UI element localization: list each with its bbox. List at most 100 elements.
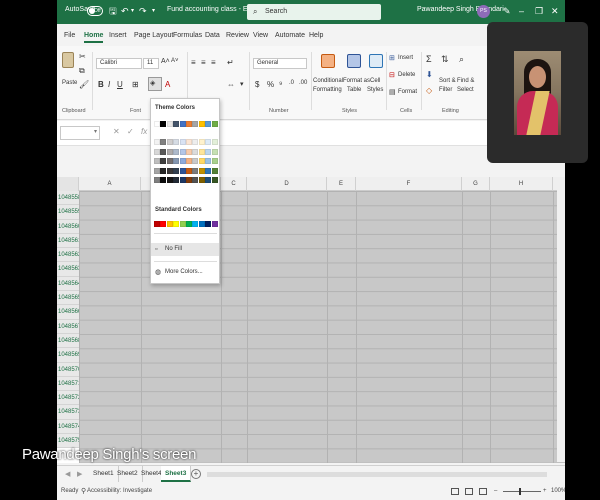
sort-filter-label-2[interactable]: Filter bbox=[439, 87, 452, 93]
tab-insert[interactable]: Insert bbox=[109, 32, 127, 39]
align-bottom-icon[interactable]: ≡ bbox=[211, 58, 216, 67]
user-name[interactable]: Pawandeep Singh Bhandari bbox=[417, 6, 504, 13]
theme-color-swatch[interactable] bbox=[154, 121, 160, 127]
theme-color-swatch[interactable] bbox=[186, 121, 192, 127]
theme-shade-swatch[interactable] bbox=[154, 177, 160, 183]
underline-icon[interactable]: U bbox=[117, 80, 123, 89]
fill-bucket-icon[interactable]: ◈ bbox=[150, 79, 155, 87]
column-header-f[interactable]: F bbox=[356, 177, 462, 191]
theme-shade-swatch[interactable] bbox=[192, 158, 199, 164]
tab-file[interactable]: File bbox=[64, 32, 75, 39]
theme-shade-swatch[interactable] bbox=[179, 158, 186, 164]
sort-filter-label-1[interactable]: Sort & bbox=[439, 78, 456, 84]
row-header[interactable]: 1048572 bbox=[57, 391, 81, 406]
row-header[interactable]: 1048570 bbox=[57, 362, 81, 377]
theme-shade-swatch[interactable] bbox=[192, 167, 199, 174]
format-painter-icon[interactable]: 🖌 bbox=[79, 80, 89, 89]
theme-shade-swatch[interactable] bbox=[205, 148, 212, 155]
theme-shade-swatch[interactable] bbox=[173, 148, 180, 155]
theme-shade-swatch[interactable] bbox=[160, 139, 167, 145]
tab-home[interactable]: Home bbox=[84, 32, 104, 43]
save-icon[interactable]: 🖫 bbox=[109, 5, 117, 17]
theme-shade-swatch[interactable] bbox=[160, 158, 167, 164]
row-header[interactable]: 1048560 bbox=[57, 219, 81, 234]
vertical-scrollbar[interactable] bbox=[557, 190, 565, 462]
tab-page-layout[interactable]: Page Layout bbox=[134, 32, 173, 39]
zoom-slider[interactable] bbox=[503, 491, 541, 492]
find-select-icon[interactable]: ⌕ bbox=[459, 54, 464, 65]
paste-label[interactable]: Paste bbox=[62, 80, 77, 86]
select-all-corner[interactable] bbox=[57, 177, 79, 191]
theme-shade-swatch[interactable] bbox=[173, 167, 180, 174]
minimize-icon[interactable]: – bbox=[519, 5, 524, 17]
clear-icon[interactable]: ◇ bbox=[426, 86, 432, 95]
insert-cells-icon[interactable]: ⊞ bbox=[389, 54, 395, 62]
standard-color-swatch[interactable] bbox=[166, 221, 173, 227]
font-name-select[interactable]: Calibri bbox=[96, 58, 142, 69]
format-as-table-icon[interactable] bbox=[347, 54, 361, 68]
row-header[interactable]: 1048569 bbox=[57, 348, 81, 363]
column-header-c[interactable]: C bbox=[221, 177, 247, 191]
conditional-formatting-label-2[interactable]: Formatting bbox=[313, 87, 342, 93]
theme-shade-swatch[interactable] bbox=[198, 148, 205, 155]
row-header[interactable]: 1048563 bbox=[57, 262, 81, 277]
format-cells-button[interactable]: Format bbox=[398, 89, 417, 95]
tab-formulas[interactable]: Formulas bbox=[173, 32, 202, 39]
standard-color-swatch[interactable] bbox=[186, 221, 192, 227]
currency-icon[interactable]: $ bbox=[255, 80, 259, 89]
theme-shade-swatch[interactable] bbox=[173, 158, 180, 164]
theme-shade-swatch[interactable] bbox=[179, 167, 186, 174]
theme-shade-swatch[interactable] bbox=[154, 158, 160, 164]
theme-shade-swatch[interactable] bbox=[154, 148, 160, 155]
standard-color-swatch[interactable] bbox=[173, 221, 180, 227]
standard-color-swatch[interactable] bbox=[211, 221, 218, 227]
theme-shade-swatch[interactable] bbox=[205, 139, 212, 145]
theme-shade-swatch[interactable] bbox=[166, 177, 173, 183]
cut-icon[interactable]: ✂ bbox=[79, 52, 86, 61]
theme-shade-swatch[interactable] bbox=[179, 148, 186, 155]
row-header[interactable]: 1048567 bbox=[57, 319, 81, 334]
conditional-formatting-label-1[interactable]: Conditional bbox=[313, 78, 343, 84]
theme-color-swatch[interactable] bbox=[173, 121, 180, 127]
theme-color-swatch[interactable] bbox=[198, 121, 205, 127]
customize-toolbar-icon[interactable]: ▾ bbox=[152, 5, 155, 17]
zoom-level[interactable]: 100% bbox=[551, 483, 565, 500]
theme-shade-swatch[interactable] bbox=[205, 167, 212, 174]
next-sheet-icon[interactable]: ▶ bbox=[77, 470, 82, 478]
row-header[interactable]: 1048561 bbox=[57, 233, 81, 249]
cell-styles-icon[interactable] bbox=[369, 54, 383, 68]
theme-color-swatch[interactable] bbox=[160, 121, 167, 127]
column-header-g[interactable]: G bbox=[462, 177, 490, 191]
sheet-tab-sheet3[interactable]: Sheet3 bbox=[161, 466, 192, 482]
theme-shade-swatch[interactable] bbox=[205, 177, 212, 183]
sort-filter-icon[interactable]: ⇅ bbox=[441, 54, 449, 65]
tab-help[interactable]: Help bbox=[309, 32, 323, 39]
column-header-e[interactable]: E bbox=[327, 177, 356, 191]
theme-shade-swatch[interactable] bbox=[186, 177, 192, 183]
theme-shade-swatch[interactable] bbox=[205, 158, 212, 164]
row-header[interactable]: 1048568 bbox=[57, 333, 81, 349]
undo-dropdown-icon[interactable]: ▾ bbox=[131, 5, 134, 17]
theme-shade-swatch[interactable] bbox=[211, 177, 218, 183]
autosave-toggle[interactable]: Off bbox=[87, 6, 103, 16]
worksheet-grid[interactable]: A C D E F G H 1048558 1048559 1048560 10… bbox=[57, 177, 565, 463]
theme-shade-swatch[interactable] bbox=[186, 158, 192, 164]
merge-center-icon[interactable]: ⇔ bbox=[227, 80, 235, 89]
decrease-decimal-icon[interactable]: .00 bbox=[299, 80, 307, 86]
pen-icon[interactable]: ✎ bbox=[503, 5, 511, 17]
confirm-entry-icon[interactable]: ✓ bbox=[127, 127, 134, 136]
page-break-view-icon[interactable] bbox=[479, 488, 487, 495]
borders-icon[interactable]: ⊞ bbox=[132, 80, 139, 89]
row-header[interactable]: 1048571 bbox=[57, 376, 81, 392]
cell-styles-label-1[interactable]: Cell bbox=[370, 78, 380, 84]
comma-style-icon[interactable]: ⁹ bbox=[279, 80, 282, 89]
cancel-entry-icon[interactable]: ✕ bbox=[113, 127, 120, 136]
add-sheet-button[interactable]: + bbox=[191, 469, 201, 479]
align-middle-icon[interactable]: ≡ bbox=[201, 58, 206, 67]
theme-color-swatch[interactable] bbox=[211, 121, 218, 127]
row-header[interactable]: 1048573 bbox=[57, 405, 81, 420]
theme-shade-swatch[interactable] bbox=[173, 139, 180, 145]
row-header[interactable]: 1048564 bbox=[57, 276, 81, 292]
percent-icon[interactable]: % bbox=[267, 80, 274, 89]
autosum-icon[interactable]: Σ bbox=[426, 54, 432, 64]
